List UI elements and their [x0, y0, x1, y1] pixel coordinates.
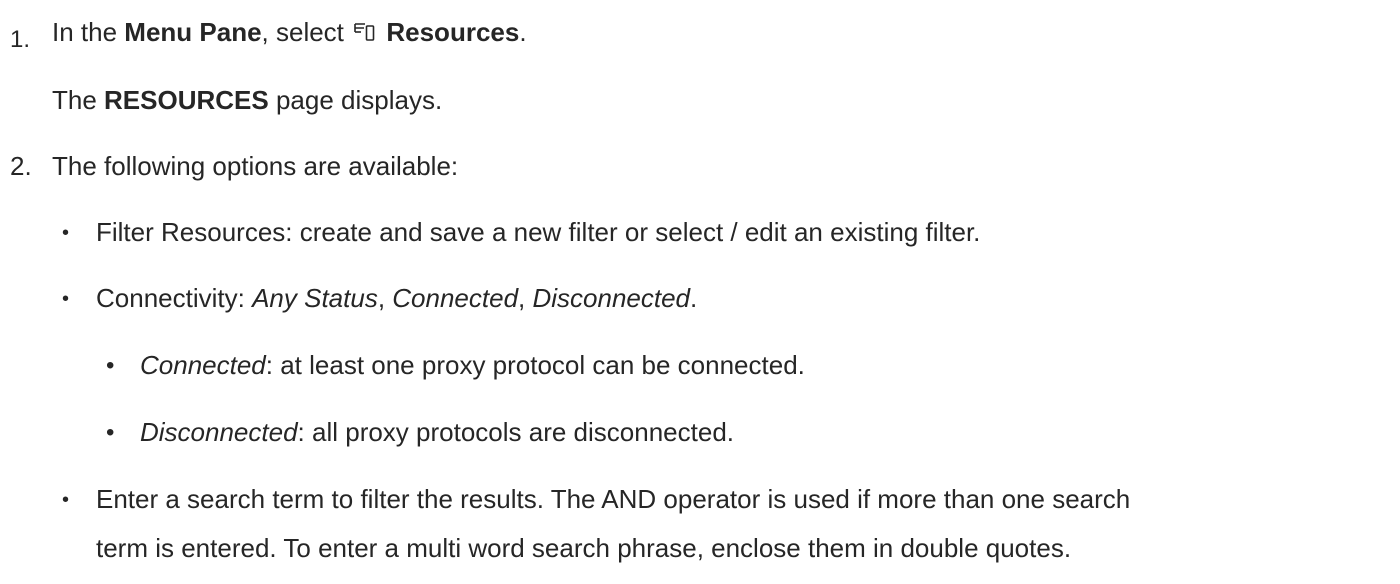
bullet: • [62, 489, 70, 511]
resources-page-label: RESOURCES [104, 85, 269, 115]
step-number: 1. [10, 26, 31, 53]
step-2-text: The following options are available: [52, 151, 459, 181]
resources-label: Resources [386, 17, 520, 47]
step-number: 2. [10, 151, 32, 181]
bullet: • [62, 288, 70, 310]
menu-pane-label: Menu Pane [124, 17, 262, 47]
bullet: • [106, 419, 115, 446]
bullet: • [62, 222, 70, 244]
resources-icon [353, 19, 377, 51]
bullet: • [106, 352, 115, 379]
step-1-result: The RESOURCES page displays. [52, 85, 443, 115]
step-1-text: In the Menu Pane, select Resources. [52, 16, 527, 51]
